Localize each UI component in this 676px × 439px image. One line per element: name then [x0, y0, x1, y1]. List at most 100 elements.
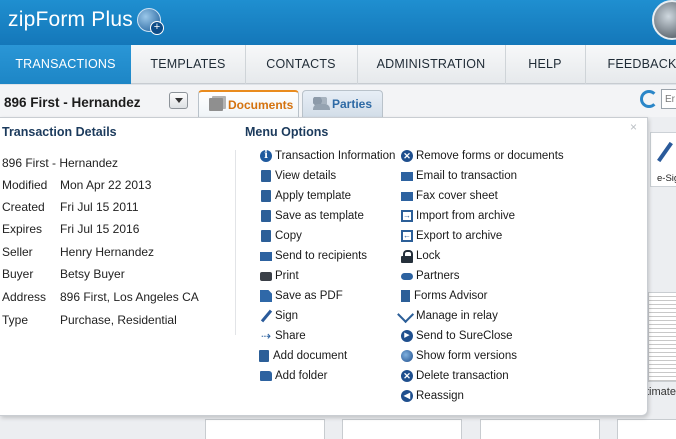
detail-row-modified: Modified Mon Apr 22 2013	[2, 178, 232, 194]
documents-icon	[209, 98, 223, 111]
menu-label: Remove forms or documents	[416, 150, 564, 162]
search-input[interactable]	[661, 89, 676, 109]
nav-separator	[585, 45, 586, 84]
user-orb-icon[interactable]	[652, 0, 676, 40]
menu-label: Forms Advisor	[414, 290, 488, 302]
detail-row-buyer: Buyer Betsy Buyer	[2, 267, 232, 283]
menu-label: Partners	[416, 270, 460, 282]
document-thumbnail[interactable]	[480, 419, 600, 439]
popup-divider	[235, 150, 236, 335]
play-icon: ▶	[401, 330, 413, 342]
refresh-icon[interactable]	[640, 90, 658, 108]
detail-row-type: Type Purchase, Residential	[2, 313, 232, 329]
logo-globe-icon	[137, 8, 164, 35]
document-icon	[261, 210, 271, 222]
detail-value: Purchase, Residential	[60, 313, 177, 327]
detail-row-address: Address 896 First, Los Angeles CA	[2, 290, 232, 306]
detail-row-created: Created Fri Jul 15 2011	[2, 200, 232, 216]
menu-label: Apply template	[275, 190, 352, 202]
transaction-bar: 896 First - Hernandez Documents Parties	[0, 85, 676, 119]
share-icon: ⇢	[260, 329, 272, 343]
detail-label: Type	[2, 313, 29, 327]
document-thumbnail[interactable]	[342, 419, 462, 439]
info-icon: i	[260, 150, 272, 162]
menu-label: Add document	[273, 350, 348, 362]
handshake-icon	[401, 273, 413, 280]
tab-parties[interactable]: Parties	[302, 90, 383, 119]
detail-label: Seller	[2, 245, 33, 259]
detail-value: Betsy Buyer	[60, 267, 125, 281]
menu-label: Import from archive	[416, 210, 516, 222]
menu-label: Add folder	[275, 370, 328, 382]
nav-feedback[interactable]: FEEDBACK	[597, 45, 676, 84]
nav-administration[interactable]: ADMINISTRATION	[357, 45, 505, 84]
globe-icon	[401, 350, 413, 362]
copy-icon	[261, 230, 271, 242]
delete-icon: ✕	[401, 370, 413, 382]
export-icon: ←	[401, 230, 413, 242]
reassign-icon: ◀	[401, 390, 413, 402]
detail-label: Buyer	[2, 267, 34, 281]
detail-label: Expires	[2, 222, 43, 236]
transaction-name: 896 First - Hernandez	[4, 95, 141, 110]
mail-icon	[260, 252, 272, 261]
menu-label: Transaction Information	[275, 150, 396, 162]
tab-documents-label: Documents	[228, 98, 294, 112]
menu-label: View details	[275, 170, 337, 182]
esign-card[interactable]: e-Sig	[650, 132, 676, 187]
import-icon: →	[401, 210, 413, 222]
transaction-dropdown-button[interactable]	[169, 92, 188, 109]
document-icon	[261, 170, 271, 182]
details-transaction-name: 896 First - Hernandez	[2, 156, 119, 170]
menu-label: Send to SureClose	[416, 330, 513, 342]
document-thumbnail[interactable]	[648, 292, 676, 382]
document-caption: timate	[646, 386, 676, 398]
nav-contacts[interactable]: CONTACTS	[245, 45, 357, 84]
menu-label: Delete transaction	[416, 370, 509, 382]
detail-value: Fri Jul 15 2016	[60, 222, 140, 236]
detail-value: Fri Jul 15 2011	[60, 200, 139, 214]
detail-value: Henry Hernandez	[60, 245, 155, 259]
app-header: zipForm Plus	[0, 0, 676, 45]
close-icon[interactable]: ×	[630, 120, 637, 134]
document-thumbnail[interactable]	[617, 419, 676, 439]
menu-label: Reassign	[416, 390, 464, 402]
menu-label: Print	[275, 270, 299, 282]
pen-icon	[657, 141, 673, 163]
menu-label: Lock	[416, 250, 441, 262]
menu-label: Sign	[275, 310, 299, 322]
menu-label: Email to transaction	[416, 170, 517, 182]
esign-label: e-Sig	[657, 173, 676, 184]
mail-icon	[401, 172, 413, 181]
details-title: Transaction Details	[2, 125, 117, 139]
menu-label: Show form versions	[416, 350, 517, 362]
relay-icon	[401, 310, 413, 322]
menu-title: Menu Options	[245, 125, 329, 139]
menu-label: Save as PDF	[275, 290, 343, 302]
pen-icon	[260, 310, 272, 322]
fax-icon	[401, 192, 413, 201]
detail-row-seller: Seller Henry Hernandez	[2, 245, 232, 261]
people-icon	[313, 97, 330, 110]
detail-label: Modified	[2, 178, 48, 192]
menu-label: Save as template	[275, 210, 364, 222]
detail-value: Mon Apr 22 2013	[60, 178, 152, 192]
document-icon	[261, 190, 271, 202]
menu-label: Copy	[275, 230, 302, 242]
folder-icon	[260, 371, 272, 381]
detail-label: Address	[2, 290, 47, 304]
menu-label: Share	[275, 330, 306, 342]
menu-label: Fax cover sheet	[416, 190, 498, 202]
tab-parties-label: Parties	[332, 97, 373, 111]
printer-icon	[260, 272, 272, 281]
tab-documents[interactable]: Documents	[198, 90, 299, 119]
remove-icon: ✕	[401, 150, 413, 162]
document-thumbnail[interactable]	[205, 419, 325, 439]
menu-label: Send to recipients	[275, 250, 368, 262]
nav-transactions[interactable]: TRANSACTIONS	[0, 45, 131, 84]
nav-help[interactable]: HELP	[505, 45, 585, 84]
main-nav: TRANSACTIONS TEMPLATES CONTACTS ADMINIST…	[0, 45, 676, 84]
app-logo: zipForm Plus	[8, 8, 133, 31]
menu-label: Manage in relay	[416, 310, 498, 322]
nav-templates[interactable]: TEMPLATES	[131, 45, 245, 84]
